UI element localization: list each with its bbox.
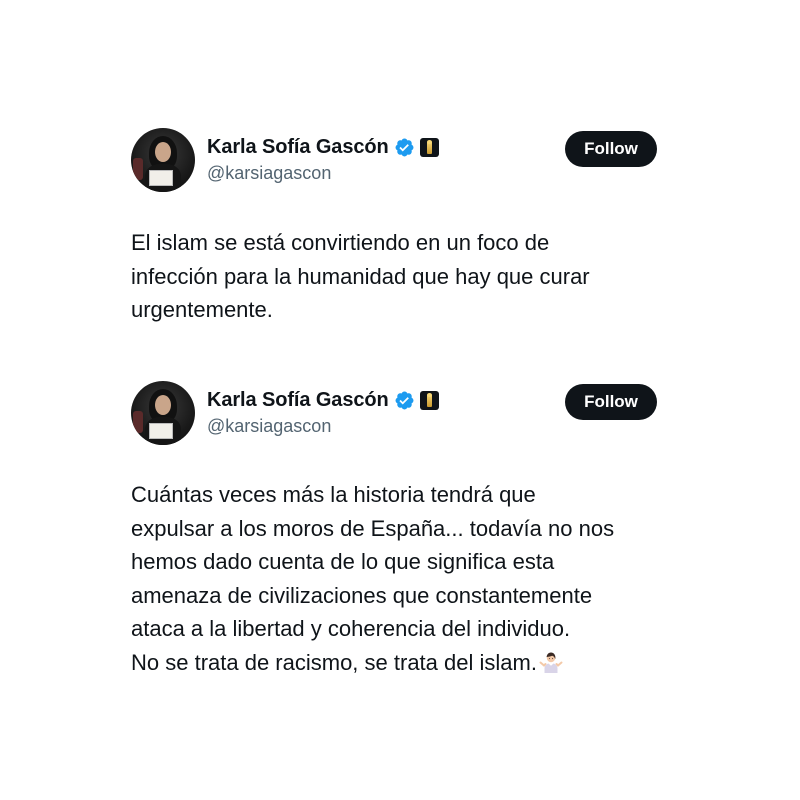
avatar-award-certificate [149, 170, 173, 186]
author-display-name[interactable]: Karla Sofía Gascón [207, 389, 389, 412]
avatar-award-certificate [149, 423, 173, 439]
author-display-name[interactable]: Karla Sofía Gascón [207, 136, 389, 159]
tweet-text: El islam se está convirtiendo en un foco… [131, 226, 671, 327]
tweet-text-line: urgentemente. [131, 297, 273, 322]
author-name-row: Karla Sofía Gascón [207, 133, 439, 161]
avatar-background-seat [133, 411, 143, 433]
oscar-figure-head [426, 139, 432, 144]
oscar-statuette-icon[interactable] [419, 390, 439, 410]
tweet-text-line: ataca a la libertad y coherencia del ind… [131, 616, 571, 641]
oscar-figure-head [426, 392, 432, 397]
verified-badge-icon[interactable] [394, 390, 415, 411]
author-name-row: Karla Sofía Gascón [207, 386, 439, 414]
avatar-face [155, 142, 171, 162]
tweet-text-line-content: No se trata de racismo, se trata del isl… [131, 649, 537, 675]
avatar-background-seat [133, 158, 143, 180]
tweet-text-line: amenaza de civilizaciones que constantem… [131, 582, 593, 608]
tweet-text-line: infección para la humanidad que hay que … [131, 263, 590, 289]
author-handle[interactable]: @karsiagascon [207, 416, 331, 437]
follow-button[interactable]: Follow [565, 131, 657, 167]
oscar-statuette-icon[interactable] [419, 137, 439, 157]
author-handle[interactable]: @karsiagascon [207, 163, 331, 184]
avatar[interactable] [131, 381, 195, 445]
verified-badge-icon[interactable] [394, 137, 415, 158]
tweet-text-line: Cuántas veces más la historia tendrá que [131, 482, 536, 507]
tweet-text-line: hemos dado cuenta de lo que significa es… [131, 549, 555, 574]
tweet-text: Cuántas veces más la historia tendrá que… [131, 478, 671, 679]
avatar[interactable] [131, 128, 195, 192]
tweet-text-line-last: No se trata de racismo, se trata del isl… [131, 646, 671, 680]
avatar-face [155, 395, 171, 415]
person-shrugging-emoji [539, 652, 563, 673]
tweet-text-line: El islam se está convirtiendo en un foco… [131, 230, 550, 255]
tweet-text-line: expulsar a los moros de España... todaví… [131, 515, 615, 541]
follow-button[interactable]: Follow [565, 384, 657, 420]
